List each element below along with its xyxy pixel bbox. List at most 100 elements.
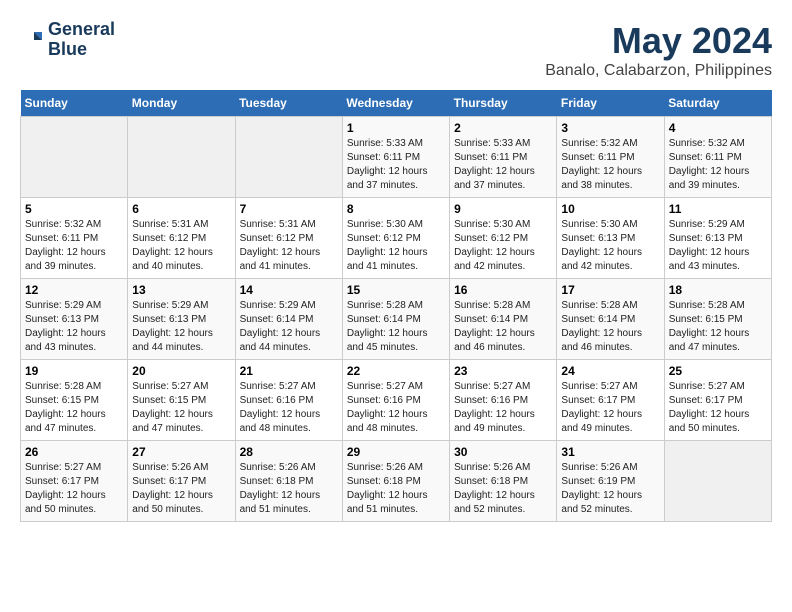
weekday-header-wednesday: Wednesday xyxy=(342,90,449,117)
calendar-cell: 14 Sunrise: 5:29 AM Sunset: 6:14 PM Dayli… xyxy=(235,279,342,360)
day-number: 28 xyxy=(240,445,338,459)
calendar-cell xyxy=(21,117,128,198)
day-info: Sunrise: 5:29 AM Sunset: 6:13 PM Dayligh… xyxy=(669,218,767,274)
calendar-cell: 22Sunrise: 5:27 AM Sunset: 6:16 PM Dayli… xyxy=(342,360,449,441)
day-info: Sunrise: 5:29 AM Sunset: 6:14 PM Dayligh… xyxy=(240,299,338,355)
calendar-cell: 10Sunrise: 5:30 AM Sunset: 6:13 PM Dayli… xyxy=(557,198,664,279)
calendar-cell xyxy=(235,117,342,198)
day-number: 4 xyxy=(669,121,767,135)
calendar-cell: 3Sunrise: 5:32 AM Sunset: 6:11 PM Daylig… xyxy=(557,117,664,198)
day-info: Sunrise: 5:30 AM Sunset: 6:12 PM Dayligh… xyxy=(454,218,552,274)
calendar-cell: 25Sunrise: 5:27 AM Sunset: 6:17 PM Dayli… xyxy=(664,360,771,441)
calendar-cell: 29Sunrise: 5:26 AM Sunset: 6:18 PM Dayli… xyxy=(342,441,449,522)
weekday-header-tuesday: Tuesday xyxy=(235,90,342,117)
day-info: Sunrise: 5:28 AM Sunset: 6:15 PM Dayligh… xyxy=(669,299,767,355)
logo-icon xyxy=(20,28,44,52)
day-number: 22 xyxy=(347,364,445,378)
logo-line2: Blue xyxy=(48,40,115,60)
header: General Blue May 2024 Banalo, Calabarzon… xyxy=(20,20,772,80)
calendar-cell: 4 Sunrise: 5:32 AM Sunset: 6:11 PM Daylig… xyxy=(664,117,771,198)
day-number: 8 xyxy=(347,202,445,216)
weekday-header-thursday: Thursday xyxy=(450,90,557,117)
day-info: Sunrise: 5:27 AM Sunset: 6:15 PM Dayligh… xyxy=(132,380,230,436)
month-title: May 2024 xyxy=(545,20,772,62)
calendar-cell: 16 Sunrise: 5:28 AM Sunset: 6:14 PM Dayli… xyxy=(450,279,557,360)
day-info: Sunrise: 5:26 AM Sunset: 6:18 PM Dayligh… xyxy=(347,461,445,517)
calendar-cell: 20 Sunrise: 5:27 AM Sunset: 6:15 PM Dayli… xyxy=(128,360,235,441)
calendar-cell: 13Sunrise: 5:29 AM Sunset: 6:13 PM Dayli… xyxy=(128,279,235,360)
day-info: Sunrise: 5:27 AM Sunset: 6:16 PM Dayligh… xyxy=(240,380,338,436)
day-number: 5 xyxy=(25,202,123,216)
day-number: 16 xyxy=(454,283,552,297)
day-number: 20 xyxy=(132,364,230,378)
logo: General Blue xyxy=(20,20,115,60)
day-info: Sunrise: 5:26 AM Sunset: 6:18 PM Dayligh… xyxy=(454,461,552,517)
weekday-header-row: SundayMondayTuesdayWednesdayThursdayFrid… xyxy=(21,90,772,117)
day-info: Sunrise: 5:28 AM Sunset: 6:14 PM Dayligh… xyxy=(561,299,659,355)
day-info: Sunrise: 5:27 AM Sunset: 6:17 PM Dayligh… xyxy=(561,380,659,436)
day-number: 17 xyxy=(561,283,659,297)
calendar-cell: 17 Sunrise: 5:28 AM Sunset: 6:14 PM Dayli… xyxy=(557,279,664,360)
calendar-cell xyxy=(128,117,235,198)
calendar-cell: 21 Sunrise: 5:27 AM Sunset: 6:16 PM Dayli… xyxy=(235,360,342,441)
day-number: 14 xyxy=(240,283,338,297)
day-info: Sunrise: 5:27 AM Sunset: 6:16 PM Dayligh… xyxy=(454,380,552,436)
week-row-4: 19 Sunrise: 5:28 AM Sunset: 6:15 PM Dayli… xyxy=(21,360,772,441)
day-info: Sunrise: 5:26 AM Sunset: 6:19 PM Dayligh… xyxy=(561,461,659,517)
logo-text: General Blue xyxy=(48,20,115,60)
day-info: Sunrise: 5:30 AM Sunset: 6:12 PM Dayligh… xyxy=(347,218,445,274)
calendar-cell: 11 Sunrise: 5:29 AM Sunset: 6:13 PM Dayli… xyxy=(664,198,771,279)
week-row-3: 12 Sunrise: 5:29 AM Sunset: 6:13 PM Dayli… xyxy=(21,279,772,360)
day-info: Sunrise: 5:30 AM Sunset: 6:13 PM Dayligh… xyxy=(561,218,659,274)
week-row-2: 5 Sunrise: 5:32 AM Sunset: 6:11 PM Daylig… xyxy=(21,198,772,279)
day-number: 1 xyxy=(347,121,445,135)
day-info: Sunrise: 5:31 AM Sunset: 6:12 PM Dayligh… xyxy=(240,218,338,274)
day-info: Sunrise: 5:28 AM Sunset: 6:14 PM Dayligh… xyxy=(454,299,552,355)
day-number: 26 xyxy=(25,445,123,459)
calendar-cell: 18 Sunrise: 5:28 AM Sunset: 6:15 PM Dayli… xyxy=(664,279,771,360)
day-info: Sunrise: 5:28 AM Sunset: 6:15 PM Dayligh… xyxy=(25,380,123,436)
day-number: 13 xyxy=(132,283,230,297)
calendar-table: SundayMondayTuesdayWednesdayThursdayFrid… xyxy=(20,90,772,522)
day-number: 31 xyxy=(561,445,659,459)
day-info: Sunrise: 5:33 AM Sunset: 6:11 PM Dayligh… xyxy=(454,137,552,193)
calendar-cell: 19 Sunrise: 5:28 AM Sunset: 6:15 PM Dayli… xyxy=(21,360,128,441)
calendar-cell: 12 Sunrise: 5:29 AM Sunset: 6:13 PM Dayli… xyxy=(21,279,128,360)
calendar-cell: 9 Sunrise: 5:30 AM Sunset: 6:12 PM Daylig… xyxy=(450,198,557,279)
weekday-header-saturday: Saturday xyxy=(664,90,771,117)
day-info: Sunrise: 5:27 AM Sunset: 6:17 PM Dayligh… xyxy=(669,380,767,436)
day-number: 12 xyxy=(25,283,123,297)
day-info: Sunrise: 5:32 AM Sunset: 6:11 PM Dayligh… xyxy=(669,137,767,193)
title-area: May 2024 Banalo, Calabarzon, Philippines xyxy=(545,20,772,80)
day-number: 24 xyxy=(561,364,659,378)
day-info: Sunrise: 5:26 AM Sunset: 6:17 PM Dayligh… xyxy=(132,461,230,517)
day-number: 30 xyxy=(454,445,552,459)
calendar-cell: 2Sunrise: 5:33 AM Sunset: 6:11 PM Daylig… xyxy=(450,117,557,198)
day-number: 7 xyxy=(240,202,338,216)
calendar-cell: 7 Sunrise: 5:31 AM Sunset: 6:12 PM Daylig… xyxy=(235,198,342,279)
day-number: 9 xyxy=(454,202,552,216)
day-info: Sunrise: 5:26 AM Sunset: 6:18 PM Dayligh… xyxy=(240,461,338,517)
calendar-cell: 24 Sunrise: 5:27 AM Sunset: 6:17 PM Dayli… xyxy=(557,360,664,441)
day-info: Sunrise: 5:29 AM Sunset: 6:13 PM Dayligh… xyxy=(25,299,123,355)
day-info: Sunrise: 5:32 AM Sunset: 6:11 PM Dayligh… xyxy=(25,218,123,274)
calendar-cell: 26Sunrise: 5:27 AM Sunset: 6:17 PM Dayli… xyxy=(21,441,128,522)
day-number: 6 xyxy=(132,202,230,216)
calendar-cell: 28 Sunrise: 5:26 AM Sunset: 6:18 PM Dayli… xyxy=(235,441,342,522)
day-number: 3 xyxy=(561,121,659,135)
calendar-cell xyxy=(664,441,771,522)
day-number: 11 xyxy=(669,202,767,216)
weekday-header-monday: Monday xyxy=(128,90,235,117)
calendar-cell: 1Sunrise: 5:33 AM Sunset: 6:11 PM Daylig… xyxy=(342,117,449,198)
calendar-cell: 5 Sunrise: 5:32 AM Sunset: 6:11 PM Daylig… xyxy=(21,198,128,279)
calendar-cell: 8 Sunrise: 5:30 AM Sunset: 6:12 PM Daylig… xyxy=(342,198,449,279)
day-number: 19 xyxy=(25,364,123,378)
calendar-cell: 31 Sunrise: 5:26 AM Sunset: 6:19 PM Dayli… xyxy=(557,441,664,522)
calendar-cell: 27 Sunrise: 5:26 AM Sunset: 6:17 PM Dayli… xyxy=(128,441,235,522)
day-number: 15 xyxy=(347,283,445,297)
day-number: 21 xyxy=(240,364,338,378)
weekday-header-friday: Friday xyxy=(557,90,664,117)
day-number: 27 xyxy=(132,445,230,459)
logo-line1: General xyxy=(48,20,115,40)
day-number: 18 xyxy=(669,283,767,297)
